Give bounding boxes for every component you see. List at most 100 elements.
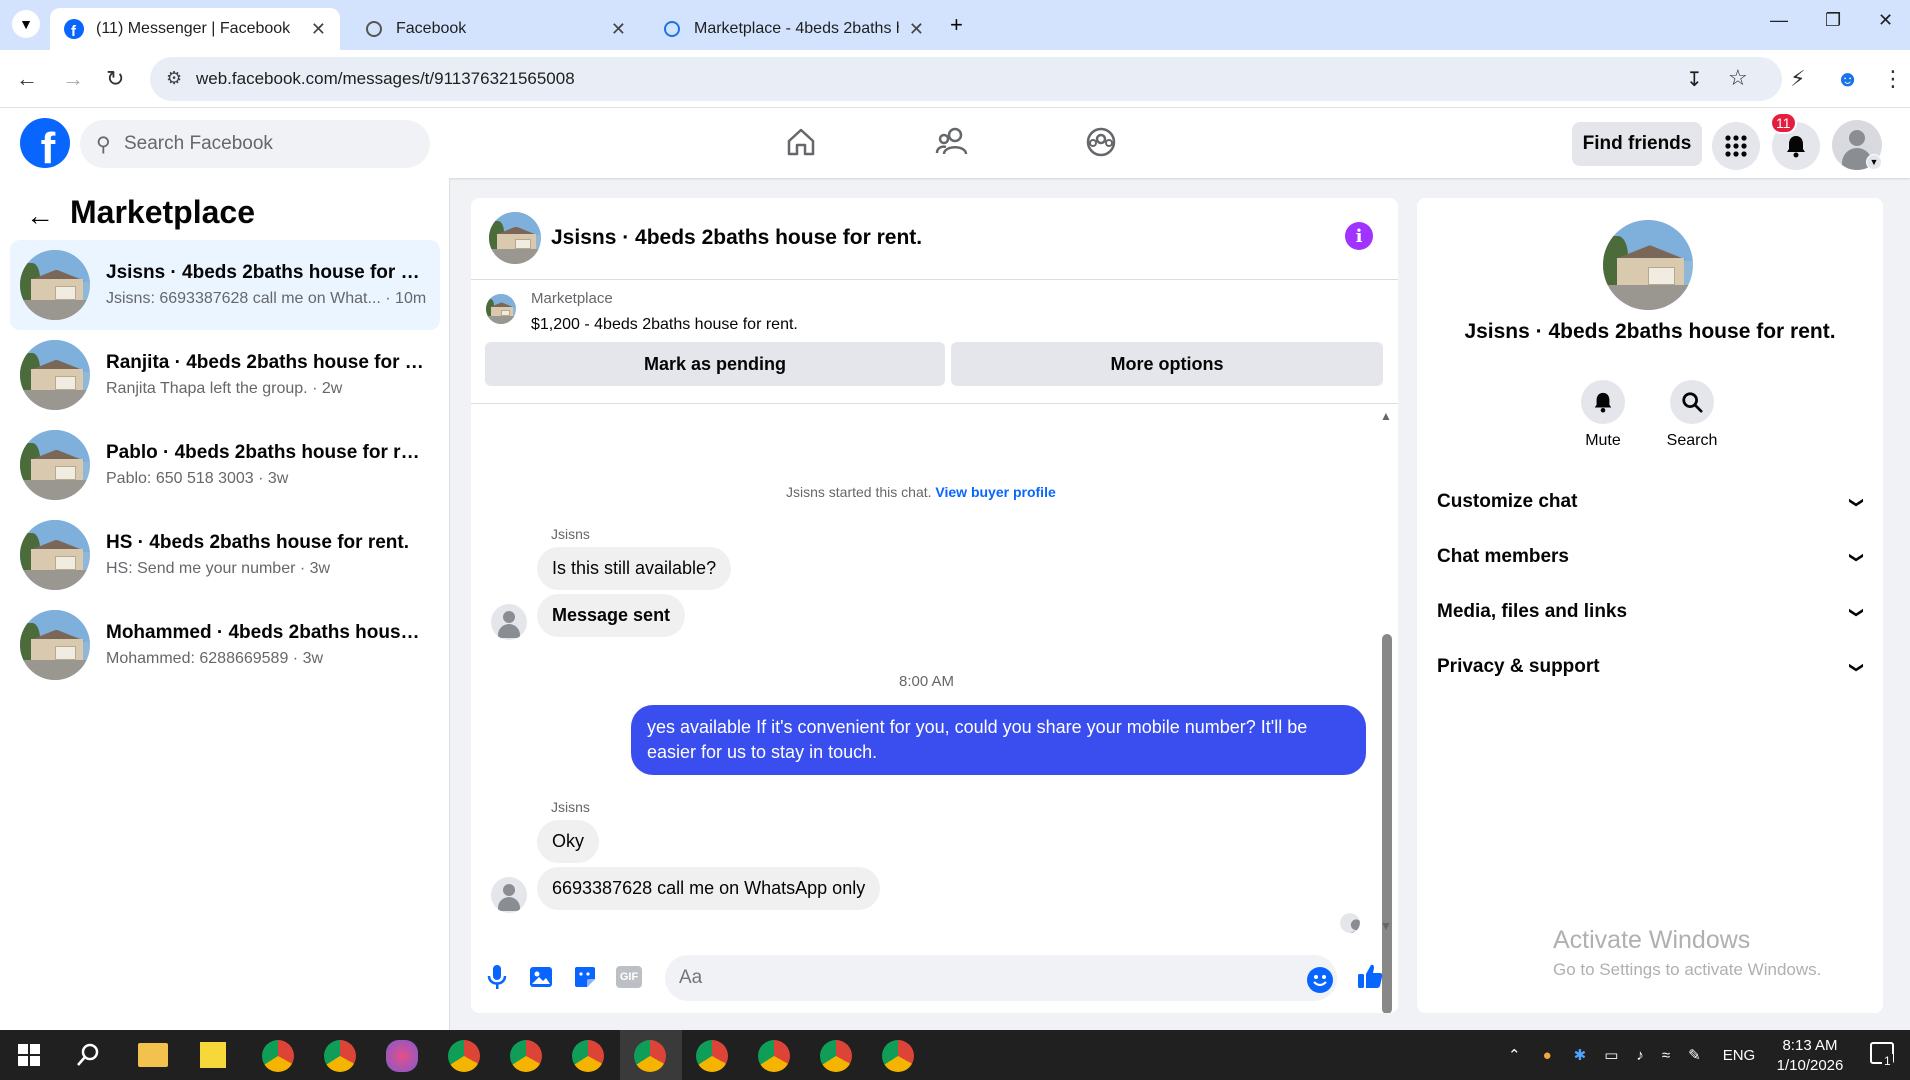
back-arrow-icon[interactable]: ←: [26, 200, 54, 232]
incoming-message[interactable]: 6693387628 call me on WhatsApp only: [537, 867, 881, 910]
conversation-item[interactable]: Mohammed · 4beds 2baths house ... Mohamme…: [10, 600, 440, 690]
address-bar[interactable]: ⚙ web.facebook.com/messages/t/9113763215…: [150, 57, 1782, 101]
groups-icon[interactable]: [1085, 126, 1117, 158]
chrome-app-icon[interactable]: [324, 1040, 356, 1072]
close-tab-icon[interactable]: ✕: [311, 19, 326, 40]
like-thumbs-up-icon[interactable]: [1355, 961, 1385, 991]
view-buyer-profile-link[interactable]: View buyer profile: [935, 484, 1055, 500]
browser-tabstrip: ▼ f (11) Messenger | Facebook ✕ Facebook…: [0, 0, 1910, 50]
site-info-icon[interactable]: ⚙: [166, 68, 182, 89]
chrome-app-icon[interactable]: [572, 1040, 604, 1072]
reload-icon[interactable]: ↻: [106, 66, 124, 92]
wifi-icon[interactable]: ≈: [1662, 1047, 1670, 1064]
minimize-icon[interactable]: —: [1770, 10, 1788, 31]
conversation-item[interactable]: Pablo · 4beds 2baths house for rent. Pabl…: [10, 420, 440, 510]
search-input[interactable]: ⚲ Search Facebook: [80, 120, 430, 168]
facebook-logo[interactable]: f: [20, 118, 70, 168]
url-text: web.facebook.com/messages/t/911376321565…: [196, 69, 575, 88]
scroll-down-icon[interactable]: ▼: [1380, 919, 1392, 933]
mark-pending-button[interactable]: Mark as pending: [485, 342, 945, 386]
privacy-support-section[interactable]: Privacy & support ❯: [1437, 647, 1866, 687]
menu-grid-button[interactable]: [1712, 122, 1760, 170]
customize-chat-section[interactable]: Customize chat ❯: [1437, 482, 1866, 522]
chrome-app-icon[interactable]: [696, 1040, 728, 1072]
bookmark-star-icon[interactable]: ☆: [1728, 65, 1748, 91]
sticky-notes-icon[interactable]: [200, 1042, 226, 1068]
volume-muted-icon[interactable]: ♪: [1636, 1047, 1644, 1064]
tab-search-dropdown[interactable]: ▼: [12, 10, 40, 38]
tab-messenger[interactable]: f (11) Messenger | Facebook ✕: [50, 8, 340, 50]
language-indicator[interactable]: ENG: [1723, 1047, 1756, 1064]
menu-kebab-icon[interactable]: ⋮: [1882, 66, 1904, 92]
seen-avatar: [1340, 913, 1360, 933]
message-composer: GIF: [471, 943, 1398, 1013]
details-title: Jsisns · 4beds 2baths house for rent.: [1464, 320, 1836, 343]
photo-icon[interactable]: [527, 963, 555, 991]
taskbar-clock[interactable]: 8:13 AM 1/10/2026: [1760, 1036, 1860, 1076]
bluetooth-icon[interactable]: ✱: [1574, 1046, 1587, 1064]
account-chevron-icon[interactable]: ▼: [1866, 154, 1882, 170]
profile-icon[interactable]: ☻: [1836, 66, 1859, 92]
battery-icon[interactable]: ▭: [1604, 1046, 1618, 1064]
chat-members-section[interactable]: Chat members ❯: [1437, 537, 1866, 577]
taskbar-search-icon[interactable]: [76, 1042, 102, 1068]
chrome-app-icon[interactable]: [820, 1040, 852, 1072]
outgoing-message[interactable]: yes available If it's convenient for you…: [631, 705, 1366, 775]
scroll-up-icon[interactable]: ▲: [1380, 409, 1392, 423]
sticker-icon[interactable]: [571, 963, 599, 991]
message-input[interactable]: [665, 955, 1337, 1001]
install-icon[interactable]: ↧: [1686, 67, 1703, 92]
conversation-item[interactable]: Ranjita · 4beds 2baths house for r... Ran…: [10, 330, 440, 420]
chat-avatar[interactable]: [489, 212, 541, 264]
friends-icon[interactable]: [935, 126, 969, 158]
chrome-app-icon[interactable]: [510, 1040, 542, 1072]
sender-avatar[interactable]: [491, 604, 527, 640]
close-tab-icon[interactable]: ✕: [611, 19, 626, 40]
listing-thumbnail[interactable]: [486, 294, 516, 324]
emoji-icon[interactable]: [1307, 967, 1333, 993]
chat-title[interactable]: Jsisns · 4beds 2baths house for rent.: [551, 226, 922, 250]
paint-app-icon[interactable]: [386, 1040, 418, 1072]
find-friends-button[interactable]: Find friends: [1572, 122, 1702, 166]
search-in-chat-button[interactable]: [1670, 380, 1714, 424]
forward-icon[interactable]: →: [62, 66, 84, 92]
home-icon[interactable]: [785, 126, 817, 158]
extension-icon[interactable]: ⚡: [1790, 66, 1805, 92]
mute-label: Mute: [1585, 432, 1621, 449]
microphone-icon[interactable]: [483, 963, 511, 991]
tab-facebook[interactable]: Facebook ✕: [350, 8, 640, 50]
incoming-message[interactable]: Is this still available?: [537, 547, 732, 590]
new-tab-button[interactable]: +: [950, 12, 963, 38]
conversation-item[interactable]: Jsisns · 4beds 2baths house for rent. Jsi…: [10, 240, 440, 330]
incoming-message[interactable]: Oky: [537, 820, 600, 863]
chrome-app-icon[interactable]: [634, 1040, 666, 1072]
close-window-icon[interactable]: ✕: [1878, 10, 1893, 31]
chrome-app-icon[interactable]: [262, 1040, 294, 1072]
listing-title[interactable]: $1,200 - 4beds 2baths house for rent.: [531, 316, 798, 334]
restore-icon[interactable]: ❐: [1825, 10, 1841, 31]
profile-photo[interactable]: [1603, 220, 1693, 310]
back-icon[interactable]: ←: [16, 66, 38, 92]
media-files-links-section[interactable]: Media, files and links ❯: [1437, 592, 1866, 632]
message-thread[interactable]: ▲ Jsisns started this chat. View buyer p…: [471, 403, 1398, 1013]
sender-avatar[interactable]: [491, 877, 527, 913]
incoming-message[interactable]: Message sent: [537, 594, 686, 637]
chat-details-pane: Jsisns · 4beds 2baths house for rent. Mu…: [1417, 198, 1883, 1013]
info-icon[interactable]: i: [1345, 222, 1373, 250]
file-explorer-icon[interactable]: [138, 1043, 168, 1067]
conversation-item[interactable]: HS · 4beds 2baths house for rent. HS: Sen…: [10, 510, 440, 600]
more-options-button[interactable]: More options: [951, 342, 1383, 386]
windows-start-icon[interactable]: [18, 1044, 40, 1066]
section-label: Chat members: [1437, 546, 1569, 567]
tray-app-icon[interactable]: ●: [1543, 1047, 1552, 1064]
pen-icon[interactable]: ✎: [1688, 1046, 1701, 1064]
close-tab-icon[interactable]: ✕: [909, 19, 924, 40]
conversation-preview: Jsisns: 6693387628 call me on What... · …: [106, 290, 426, 307]
chrome-app-icon[interactable]: [758, 1040, 790, 1072]
tray-overflow-icon[interactable]: ⌃: [1508, 1046, 1521, 1064]
chrome-app-icon[interactable]: [448, 1040, 480, 1072]
tab-marketplace[interactable]: Marketplace - 4beds 2baths ho ✕: [648, 8, 938, 50]
chrome-app-icon[interactable]: [882, 1040, 914, 1072]
mute-button[interactable]: [1581, 380, 1625, 424]
gif-icon[interactable]: GIF: [615, 963, 643, 991]
